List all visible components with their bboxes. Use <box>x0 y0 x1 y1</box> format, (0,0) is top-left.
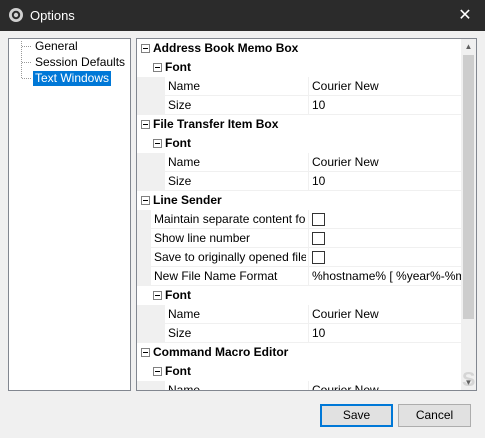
row-gutter <box>137 77 165 96</box>
property-value[interactable]: 10 <box>312 96 462 115</box>
column-divider <box>308 305 309 324</box>
row-gutter <box>137 248 151 267</box>
property-name: Name <box>168 79 201 93</box>
collapse-toggle-icon[interactable] <box>153 63 162 72</box>
property-name: Size <box>168 326 192 340</box>
row-gutter <box>137 381 165 390</box>
category-label: Font <box>165 364 191 378</box>
property-row[interactable]: Size 10 <box>137 96 462 115</box>
property-name: Size <box>168 98 192 112</box>
column-divider <box>308 77 309 96</box>
window-title: Options <box>30 8 75 23</box>
column-divider <box>308 324 309 343</box>
property-value[interactable]: Courier New <box>312 153 462 172</box>
row-gutter <box>137 172 165 191</box>
category-row[interactable]: Line Sender <box>137 191 462 210</box>
subcategory-row[interactable]: Font <box>137 58 462 77</box>
collapse-toggle-icon[interactable] <box>141 120 150 129</box>
collapse-toggle-icon[interactable] <box>141 44 150 53</box>
property-value[interactable]: Courier New <box>312 77 462 96</box>
property-value[interactable]: Courier New <box>312 305 462 324</box>
save-button[interactable]: Save <box>320 404 393 427</box>
collapse-toggle-icon[interactable] <box>153 139 162 148</box>
row-gutter <box>137 210 151 229</box>
property-value[interactable]: 10 <box>312 172 462 191</box>
property-name: Maintain separate content fo <box>154 212 306 226</box>
column-divider <box>308 210 309 229</box>
row-gutter <box>137 324 165 343</box>
tree-item-label: General <box>35 39 78 53</box>
property-name: Size <box>168 174 192 188</box>
tree-connector <box>21 71 31 79</box>
category-label: Font <box>165 60 191 74</box>
property-value[interactable]: Courier New <box>312 381 462 390</box>
close-button[interactable]: ✕ <box>445 0 485 31</box>
property-name: Name <box>168 383 201 390</box>
gear-icon <box>9 8 23 22</box>
checkbox-property-row[interactable]: Maintain separate content fo <box>137 210 462 229</box>
vertical-scrollbar[interactable]: ▲ ▼ <box>461 39 476 390</box>
column-divider <box>308 153 309 172</box>
column-divider <box>308 96 309 115</box>
category-label: Line Sender <box>153 193 222 207</box>
category-label: File Transfer Item Box <box>153 117 279 131</box>
property-name: Name <box>168 155 201 169</box>
property-rows: Address Book Memo Box Font Name Courier New… <box>137 39 462 390</box>
row-gutter <box>137 305 165 324</box>
property-row[interactable]: Name Courier New <box>137 153 462 172</box>
scroll-thumb[interactable] <box>463 55 474 319</box>
watermark: SOFTPEDIA <box>462 369 477 391</box>
checkbox-property-row[interactable]: Save to originally opened file <box>137 248 462 267</box>
category-row[interactable]: Address Book Memo Box <box>137 39 462 58</box>
subcategory-row[interactable]: Font <box>137 286 462 305</box>
collapse-toggle-icon[interactable] <box>141 196 150 205</box>
subcategory-row[interactable]: Font <box>137 362 462 381</box>
property-row[interactable]: New File Name Format %hostname% [ %year%-… <box>137 267 462 286</box>
row-gutter <box>137 229 151 248</box>
row-gutter <box>137 96 165 115</box>
property-name: New File Name Format <box>154 269 278 283</box>
title-bar: Options ✕ <box>0 0 485 31</box>
category-label: Command Macro Editor <box>153 345 289 359</box>
collapse-toggle-icon[interactable] <box>153 291 162 300</box>
checkbox[interactable] <box>312 232 325 245</box>
tree-item-label: Text Windows <box>31 70 113 87</box>
column-divider <box>308 172 309 191</box>
checkbox[interactable] <box>312 213 325 226</box>
category-label: Font <box>165 136 191 150</box>
cancel-button[interactable]: Cancel <box>398 404 471 427</box>
category-row[interactable]: File Transfer Item Box <box>137 115 462 134</box>
collapse-toggle-icon[interactable] <box>141 348 150 357</box>
property-value[interactable]: 10 <box>312 324 462 343</box>
column-divider <box>308 267 309 286</box>
tree-connector <box>21 55 31 70</box>
property-row[interactable]: Size 10 <box>137 324 462 343</box>
category-row[interactable]: Command Macro Editor <box>137 343 462 362</box>
column-divider <box>308 248 309 267</box>
tree-connector <box>21 41 31 54</box>
property-row[interactable]: Name Courier New <box>137 77 462 96</box>
scroll-up-icon[interactable]: ▲ <box>461 39 476 54</box>
column-divider <box>308 381 309 390</box>
property-row[interactable]: Name Courier New <box>137 381 462 390</box>
subcategory-row[interactable]: Font <box>137 134 462 153</box>
checkbox-property-row[interactable]: Show line number <box>137 229 462 248</box>
property-row[interactable]: Size 10 <box>137 172 462 191</box>
checkbox[interactable] <box>312 251 325 264</box>
property-row[interactable]: Name Courier New <box>137 305 462 324</box>
close-icon: ✕ <box>458 7 472 24</box>
category-tree: General Session Defaults Text Windows <box>8 38 131 391</box>
row-gutter <box>137 153 165 172</box>
category-label: Font <box>165 288 191 302</box>
column-divider <box>308 229 309 248</box>
property-value[interactable]: %hostname% [ %year%-%m <box>312 267 462 286</box>
property-name: Show line number <box>154 231 251 245</box>
collapse-toggle-icon[interactable] <box>153 367 162 376</box>
row-gutter <box>137 267 151 286</box>
property-grid: Address Book Memo Box Font Name Courier New… <box>136 38 477 391</box>
property-name: Save to originally opened file <box>154 250 306 264</box>
tree-item-label: Session Defaults <box>35 55 126 69</box>
property-name: Name <box>168 307 201 321</box>
category-label: Address Book Memo Box <box>153 41 299 55</box>
